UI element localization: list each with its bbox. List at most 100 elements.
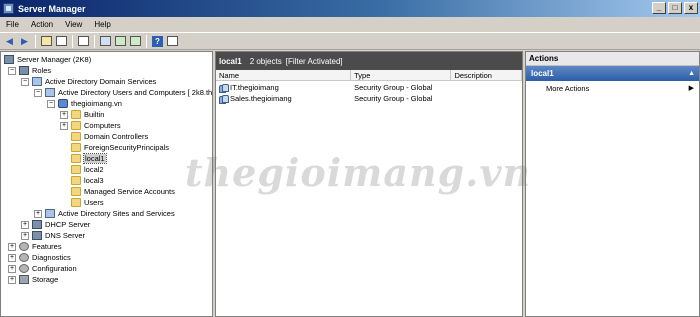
dhcp-server-icon [32,220,42,229]
tree-item-managed-service-accounts[interactable]: Managed Service Accounts [71,186,175,197]
dns-server-icon [32,231,42,240]
diagnostics-icon [19,253,29,262]
tree-item-local3[interactable]: local3 [71,175,104,186]
collapse-icon[interactable]: − [34,88,42,97]
tree-item-ad-sites-services[interactable]: + Active Directory Sites and Services [34,208,175,219]
group-name: Sales.thegioimang [230,94,292,103]
column-header-type[interactable]: Type [351,70,452,80]
table-row[interactable]: Sales.thegioimang Security Group - Globa… [216,93,522,104]
tree-item-label: local2 [84,165,104,174]
column-header-description[interactable]: Description [451,70,522,80]
tree-item-label: Server Manager (2K8) [17,55,92,64]
export-icon[interactable] [129,35,142,48]
tree-item-label: Features [32,242,62,251]
more-actions-item[interactable]: More Actions ▶ [526,81,699,96]
tree-item-label: Computers [84,121,121,130]
menu-action[interactable]: Action [25,20,59,29]
folder-icon [71,110,81,119]
toolbar-separator [146,34,147,48]
expand-icon[interactable]: + [8,242,16,251]
folder-icon [71,165,81,174]
tree-item-dns-server[interactable]: + DNS Server [21,230,85,241]
up-folder-icon[interactable] [40,35,53,48]
folder-icon [71,132,81,141]
forward-arrow-icon[interactable]: ▶ [18,35,31,48]
results-header: local1 2 objects [Filter Activated] [216,52,522,70]
collapse-icon[interactable]: − [21,77,29,86]
tree-item-configuration[interactable]: + Configuration [8,263,77,274]
copy-icon[interactable] [77,35,90,48]
properties-icon[interactable] [99,35,112,48]
tree-item-ad-users-computers[interactable]: − Active Directory Users and Computers [… [34,87,212,98]
server-manager-app-icon [3,3,14,14]
tree-item-storage[interactable]: + Storage [8,274,58,285]
tree-item-roles[interactable]: − Roles [8,65,51,76]
column-headers: Name Type Description [216,70,522,81]
minimize-button[interactable]: _ [652,2,666,14]
expand-icon[interactable]: + [60,121,68,130]
actions-pane: Actions local1 ▲ More Actions ▶ [525,51,700,317]
folder-icon [71,198,81,207]
window-controls: _ □ x [652,2,698,14]
show-hide-action-icon[interactable] [166,35,179,48]
menu-view[interactable]: View [59,20,88,29]
actions-section-local1[interactable]: local1 ▲ [526,66,699,81]
refresh-icon[interactable] [114,35,127,48]
close-button[interactable]: x [684,2,698,14]
title-bar: Server Manager _ □ x [0,0,700,17]
expand-icon[interactable]: + [21,220,29,229]
results-title: local1 [219,56,242,66]
folder-icon [71,154,81,163]
maximize-button[interactable]: □ [668,2,682,14]
collapse-icon[interactable]: − [47,99,55,108]
tree-item-domain-controllers[interactable]: Domain Controllers [71,131,148,142]
tree-item-label: local3 [84,176,104,185]
table-row[interactable]: IT.thegioimang Security Group - Global [216,82,522,93]
tree-item-local2[interactable]: local2 [71,164,104,175]
tree-item-dhcp-server[interactable]: + DHCP Server [21,219,90,230]
tree-item-server-manager[interactable]: Server Manager (2K8) [4,54,91,65]
tree-item-label: Managed Service Accounts [84,187,175,196]
tree-item-label: ForeignSecurityPrincipals [84,143,170,152]
expand-icon[interactable]: + [8,253,16,262]
menu-help[interactable]: Help [88,20,116,29]
tree-item-computers[interactable]: + Computers [60,120,121,131]
cell-name: IT.thegioimang [216,83,351,93]
tree-item-users[interactable]: Users [71,197,104,208]
tree-item-domain[interactable]: − thegioimang.vn [47,98,122,109]
tree-item-foreign-security-principals[interactable]: ForeignSecurityPrincipals [71,142,169,153]
cell-name: Sales.thegioimang [216,94,351,104]
tree-item-features[interactable]: + Features [8,241,62,252]
back-arrow-icon[interactable]: ◀ [3,35,16,48]
active-directory-icon [32,77,42,86]
tree-item-diagnostics[interactable]: + Diagnostics [8,252,71,263]
server-manager-icon [4,55,14,64]
roles-icon [19,66,29,75]
collapse-up-icon[interactable]: ▲ [688,66,695,81]
expand-icon[interactable]: + [8,275,16,284]
collapse-icon[interactable]: − [8,66,16,75]
expand-icon[interactable]: + [34,209,42,218]
show-hide-tree-icon[interactable] [55,35,68,48]
folder-icon [71,176,81,185]
expand-icon[interactable]: + [8,264,16,273]
toolbar: ◀ ▶ ? [0,32,700,50]
tree-item-label: Builtin [84,110,105,119]
tree-item-ad-domain-services[interactable]: − Active Directory Domain Services [21,76,156,87]
folder-icon [71,187,81,196]
help-icon[interactable]: ? [151,35,164,48]
object-count: 2 objects [249,56,282,66]
configuration-icon [19,264,29,273]
expand-icon[interactable]: + [21,231,29,240]
toolbar-separator [72,34,73,48]
tree-item-local1[interactable]: local1 [71,153,107,164]
action-label: More Actions [546,84,590,93]
console-tree: Server Manager (2K8) − Roles − Active Di… [0,51,213,317]
column-header-name[interactable]: Name [216,70,352,80]
menu-file[interactable]: File [0,20,25,29]
tree-item-label: Users [84,198,104,207]
expand-icon[interactable]: + [60,110,68,119]
security-group-icon [219,83,229,93]
active-directory-icon [45,209,55,218]
tree-item-builtin[interactable]: + Builtin [60,109,104,120]
